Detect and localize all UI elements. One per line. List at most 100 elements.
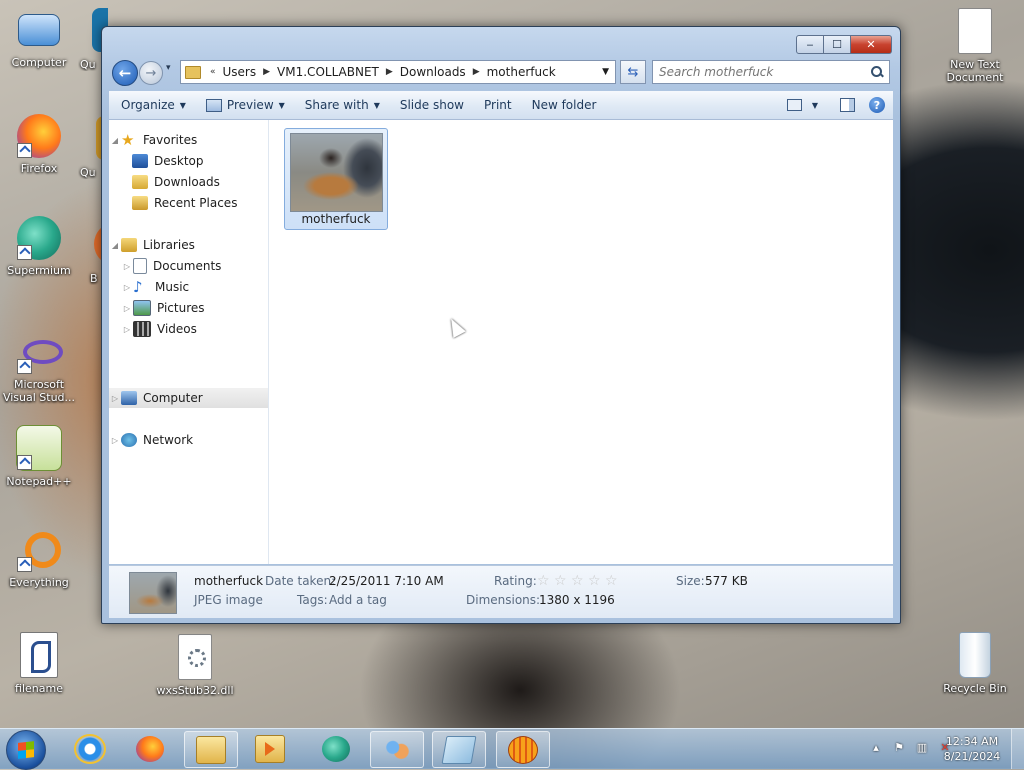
close-button[interactable]: ✕: [851, 35, 892, 54]
nav-documents-label: Documents: [153, 259, 222, 273]
slide-show-button[interactable]: Slide show: [390, 91, 474, 119]
help-icon[interactable]: ?: [869, 97, 885, 113]
expand-icon[interactable]: ▷: [121, 325, 133, 334]
nav-downloads[interactable]: Downloads: [109, 172, 268, 192]
print-button[interactable]: Print: [474, 91, 522, 119]
notepadpp-icon: [16, 425, 62, 471]
taskbar-supermium[interactable]: [310, 731, 362, 766]
nav-libraries[interactable]: ◢ Libraries: [109, 235, 268, 255]
nav-network[interactable]: ▷ Network: [109, 430, 268, 450]
desktop-icon-computer[interactable]: Computer: [0, 10, 78, 69]
nav-desktop[interactable]: Desktop: [109, 151, 268, 171]
maximize-button[interactable]: ☐: [824, 35, 851, 54]
tags-value[interactable]: Add a tag: [329, 593, 387, 607]
nav-favorites[interactable]: ◢ ★ Favorites: [109, 130, 268, 150]
star-icon[interactable]: ☆: [588, 574, 601, 588]
show-hidden-icons-icon[interactable]: ▴: [869, 741, 883, 755]
network-icon: [121, 433, 137, 447]
chevron-right-icon[interactable]: ▶: [383, 67, 396, 77]
expand-icon[interactable]: ▷: [121, 262, 133, 271]
computer-icon: [121, 391, 137, 405]
preview-button[interactable]: Preview ▼: [196, 91, 295, 119]
system-clock[interactable]: 12:34 AM 8/21/2024: [940, 734, 1004, 764]
desktop-icon-supermium[interactable]: Supermium: [0, 216, 78, 277]
view-options-dropdown-icon[interactable]: ▼: [812, 101, 818, 110]
desktop-icon-label: filename: [15, 682, 63, 695]
date-taken-value[interactable]: 2/25/2011 7:10 AM: [329, 574, 444, 588]
nav-desktop-label: Desktop: [154, 154, 204, 168]
breadcrumb-users[interactable]: Users: [219, 65, 261, 79]
star-icon[interactable]: ☆: [554, 574, 567, 588]
nav-videos[interactable]: ▷ Videos: [109, 319, 268, 339]
desktop-icon-notepadpp[interactable]: Notepad++: [0, 425, 78, 488]
share-with-button[interactable]: Share with ▼: [295, 91, 390, 119]
users-icon: [383, 736, 411, 763]
chevron-right-icon[interactable]: ▶: [470, 67, 483, 77]
orange-app-icon: [508, 735, 538, 764]
search-box[interactable]: [652, 60, 890, 84]
breadcrumb-downloads[interactable]: Downloads: [396, 65, 470, 79]
search-icon[interactable]: [870, 65, 884, 79]
taskbar-internet-explorer[interactable]: [64, 731, 116, 766]
file-item[interactable]: motherfuck: [284, 128, 388, 230]
search-input[interactable]: [653, 64, 870, 80]
desktop-icon-visual-studio[interactable]: Microsoft Visual Stud...: [0, 330, 78, 404]
collapse-icon[interactable]: ◢: [109, 241, 121, 250]
nav-music[interactable]: ▷ ♪ Music: [109, 277, 268, 297]
desktop-icon-recycle-bin[interactable]: Recycle Bin: [936, 632, 1014, 695]
star-icon: ★: [121, 131, 135, 149]
desktop-icon-wxsstub[interactable]: wxsStub32.dll: [156, 634, 234, 697]
expand-icon[interactable]: ▷: [121, 304, 133, 313]
taskbar-media-player[interactable]: [244, 731, 296, 766]
desktop-icon-everything[interactable]: Everything: [0, 528, 78, 589]
new-folder-button[interactable]: New folder: [522, 91, 607, 119]
taskbar-file-explorer[interactable]: [184, 731, 238, 768]
preview-pane-icon[interactable]: [840, 98, 855, 112]
file-name: motherfuck: [301, 212, 371, 226]
expand-icon[interactable]: ▷: [121, 283, 133, 292]
refresh-button[interactable]: ⇆: [620, 60, 646, 84]
star-icon[interactable]: ☆: [605, 574, 618, 588]
breadcrumb-vm1-collabnet[interactable]: VM1.COLLABNET: [273, 65, 383, 79]
show-desktop-button[interactable]: [1011, 729, 1024, 769]
rating-label: Rating:: [494, 574, 537, 588]
address-dropdown-icon[interactable]: ▼: [602, 67, 615, 77]
shortcut-arrow-icon: [17, 143, 32, 158]
star-icon[interactable]: ☆: [537, 574, 550, 588]
details-file-name: motherfuck: [194, 574, 264, 588]
desktop-icon-filename[interactable]: filename: [0, 632, 78, 695]
recent-pages-dropdown[interactable]: ▾: [166, 63, 171, 73]
taskbar-users-app[interactable]: [370, 731, 424, 768]
chevron-right-icon[interactable]: ▶: [260, 67, 273, 77]
change-view-icon[interactable]: [786, 99, 802, 111]
forward-button[interactable]: →: [139, 61, 163, 85]
taskbar-orange-app[interactable]: [496, 731, 550, 768]
desktop-icon-label: Everything: [9, 576, 69, 589]
nav-documents[interactable]: ▷ Documents: [109, 256, 268, 276]
file-list[interactable]: motherfuck: [269, 120, 893, 564]
nav-videos-label: Videos: [157, 322, 197, 336]
desktop-icon-firefox[interactable]: Firefox: [0, 114, 78, 175]
action-center-flag-icon[interactable]: ⚑: [892, 741, 906, 755]
nav-computer[interactable]: ▷ Computer: [109, 388, 268, 408]
back-button[interactable]: ←: [112, 60, 138, 86]
breadcrumb-overflow[interactable]: «: [207, 67, 219, 77]
start-button[interactable]: [6, 730, 46, 770]
star-icon[interactable]: ☆: [571, 574, 584, 588]
nav-pictures[interactable]: ▷ Pictures: [109, 298, 268, 318]
window-controls: ‒ ☐ ✕: [796, 35, 892, 54]
minimize-button[interactable]: ‒: [796, 35, 824, 54]
taskbar-notes-app[interactable]: [432, 731, 486, 768]
organize-button[interactable]: Organize ▼: [109, 91, 196, 119]
address-bar[interactable]: « Users ▶ VM1.COLLABNET ▶ Downloads ▶ mo…: [180, 60, 616, 84]
network-icon[interactable]: ▥: [915, 741, 929, 755]
nav-recent-places[interactable]: Recent Places: [109, 193, 268, 213]
taskbar-firefox[interactable]: [124, 731, 176, 766]
desktop-icon-label: wxsStub32.dll: [156, 684, 234, 697]
expand-icon[interactable]: ▷: [109, 394, 121, 403]
breadcrumb-current-folder[interactable]: motherfuck: [483, 65, 560, 79]
desktop-icon-new-text-document[interactable]: New Text Document: [936, 8, 1014, 84]
expand-icon[interactable]: ▷: [109, 436, 121, 445]
internet-explorer-icon: [74, 733, 106, 764]
collapse-icon[interactable]: ◢: [109, 136, 121, 145]
